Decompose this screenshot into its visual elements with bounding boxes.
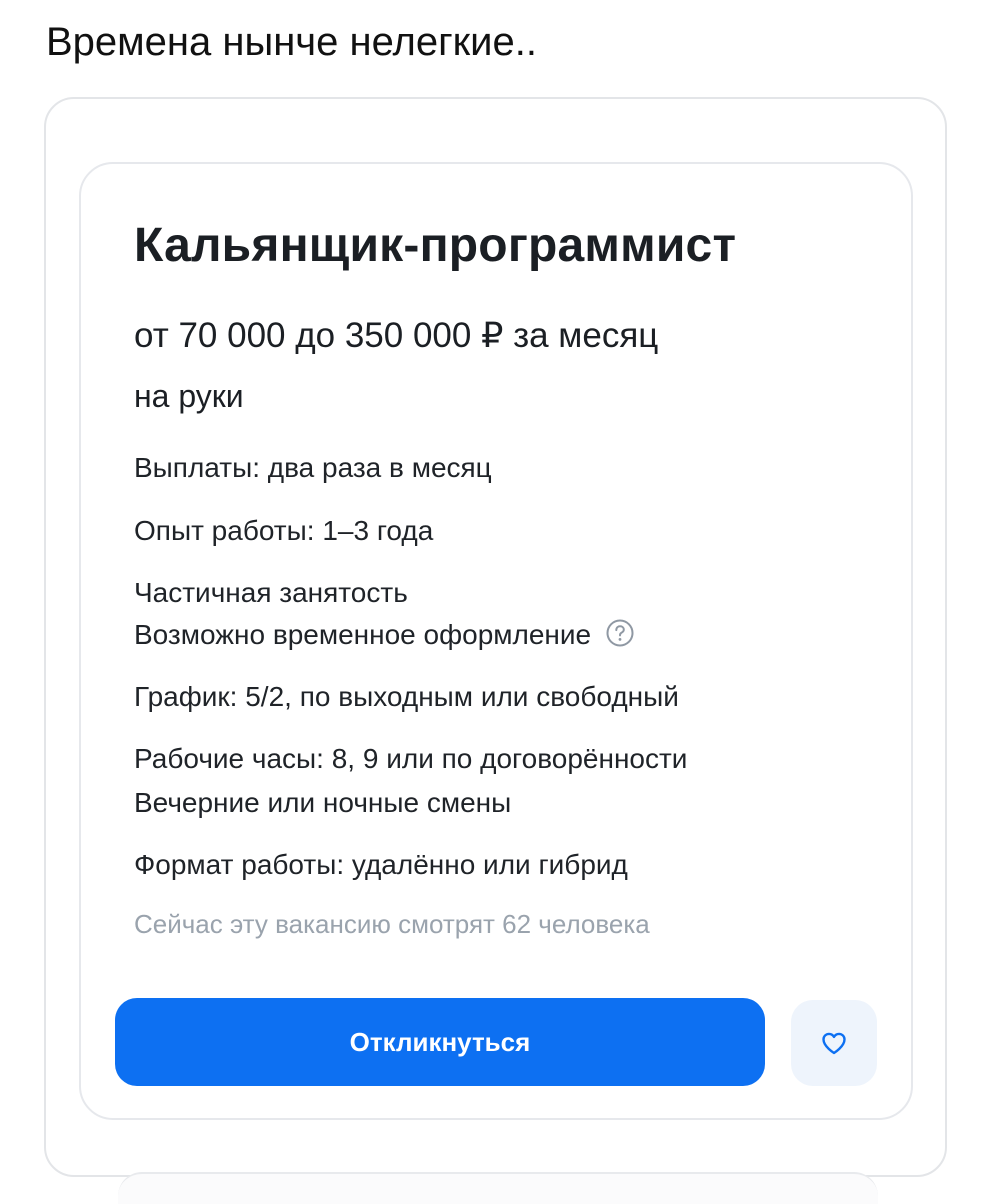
shifts-info: Вечерние или ночные смены xyxy=(134,787,512,818)
employment-info: Частичная занятость xyxy=(134,577,408,608)
registration-info: Возможно временное оформление xyxy=(134,616,635,654)
favorite-button[interactable] xyxy=(791,1000,877,1086)
next-card-edge xyxy=(118,1172,878,1204)
question-circle-icon[interactable] xyxy=(605,618,635,648)
heart-icon xyxy=(819,1028,849,1058)
payments-info: Выплаты: два раза в месяц xyxy=(134,452,492,483)
salary-note: на руки xyxy=(134,378,244,414)
working-hours-info: Рабочие часы: 8, 9 или по договорённости xyxy=(134,743,688,774)
apply-button[interactable]: Откликнуться xyxy=(115,998,765,1086)
work-format-info: Формат работы: удалённо или гибрид xyxy=(134,849,628,880)
schedule-info: График: 5/2, по выходным или свободный xyxy=(134,681,679,712)
vacancy-card: Кальянщик-программист от 70 000 до 350 0… xyxy=(79,162,913,1120)
vacancy-title[interactable]: Кальянщик-программист xyxy=(134,216,736,276)
viewers-count: Сейчас эту вакансию смотрят 62 человека xyxy=(134,909,650,939)
post-caption: Времена нынче нелегкие.. xyxy=(46,20,537,64)
registration-label: Возможно временное оформление xyxy=(134,619,592,650)
experience-info: Опыт работы: 1–3 года xyxy=(134,515,434,546)
salary-range: от 70 000 до 350 000 ₽ за месяц xyxy=(134,316,659,355)
